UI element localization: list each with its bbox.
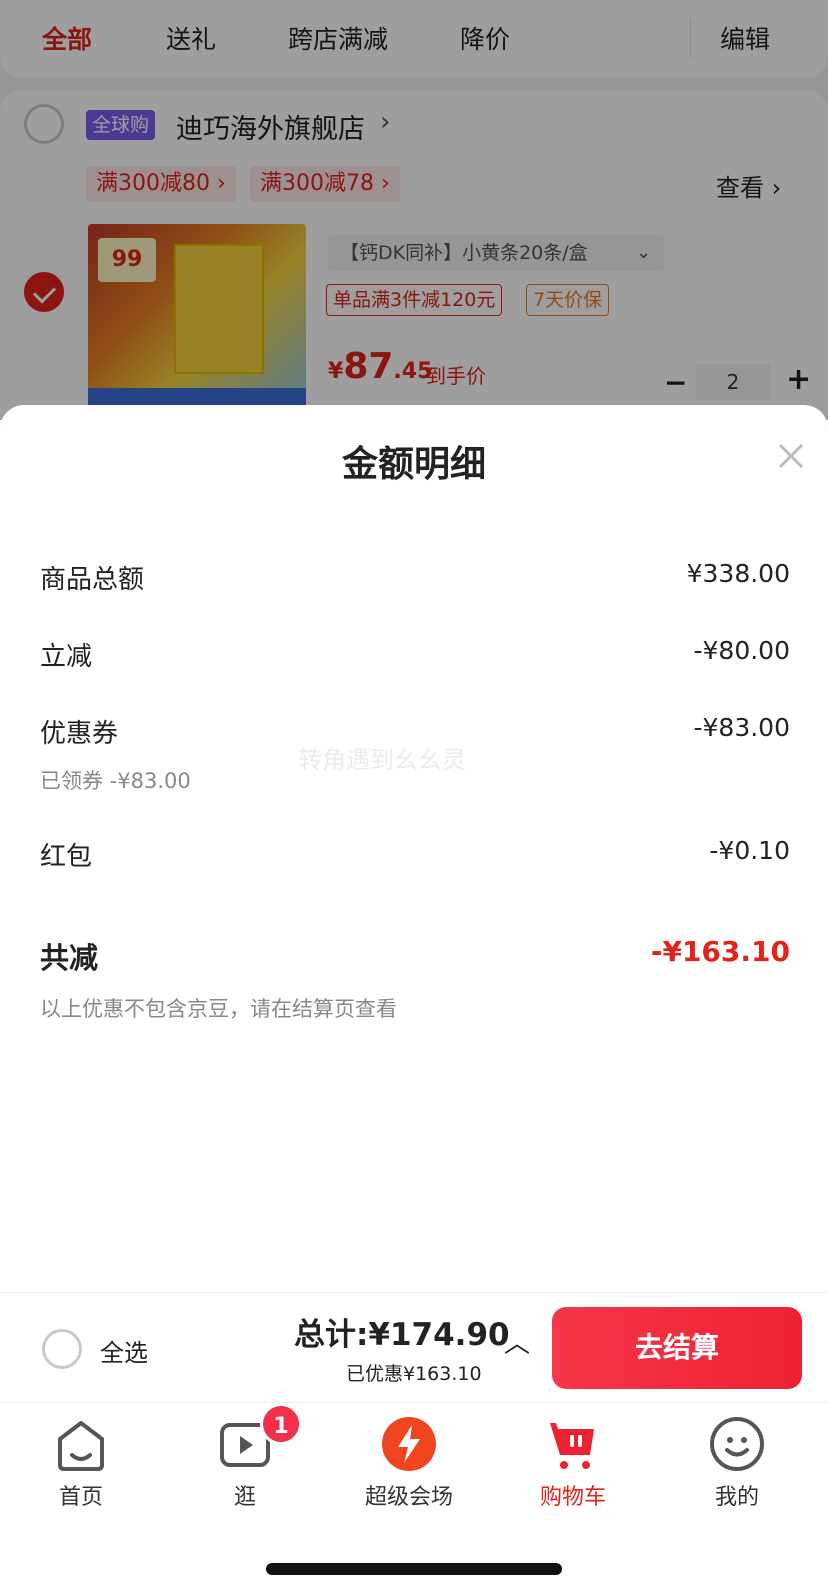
modal-backdrop[interactable] bbox=[0, 0, 828, 420]
home-indicator bbox=[266, 1563, 562, 1575]
home-icon bbox=[52, 1415, 110, 1473]
total-savings-label: 共减 bbox=[40, 941, 99, 975]
notification-badge: 1 bbox=[260, 1403, 302, 1445]
nav-super-venue[interactable]: 超级会场 bbox=[344, 1415, 474, 1511]
select-all-radio[interactable] bbox=[42, 1329, 82, 1369]
coupon-value: -¥83.00 bbox=[693, 713, 791, 742]
checkout-bar: 全选 总计:¥174.90 已优惠¥163.10 ︿ 去结算 bbox=[0, 1292, 828, 1402]
nav-super-venue-label: 超级会场 bbox=[364, 1485, 453, 1510]
coupon-label: 优惠券 bbox=[40, 719, 119, 749]
nav-home-label: 首页 bbox=[58, 1485, 103, 1510]
instant-discount-label: 立减 bbox=[40, 642, 93, 672]
red-packet-value: -¥0.10 bbox=[709, 836, 790, 865]
nav-cart-label: 购物车 bbox=[539, 1485, 606, 1510]
bottom-nav: 首页 逛 1 超级会场 购物车 我的 bbox=[0, 1402, 828, 1590]
nav-browse-label: 逛 bbox=[233, 1485, 256, 1510]
checkout-button[interactable]: 去结算 bbox=[552, 1307, 802, 1389]
instant-discount-value: -¥80.00 bbox=[693, 636, 791, 665]
total-price: 总计:¥174.90 bbox=[294, 1317, 510, 1353]
total-savings-value: -¥163.10 bbox=[650, 935, 790, 968]
nav-profile-label: 我的 bbox=[714, 1485, 759, 1510]
amount-details-sheet: 金额明细 商品总额 ¥338.00 立减 -¥80.00 优惠券 -¥83.00… bbox=[0, 405, 828, 1295]
nav-profile[interactable]: 我的 bbox=[672, 1415, 802, 1511]
savings-note: 以上优惠不包含京豆，请在结算页查看 bbox=[40, 997, 397, 1021]
chevron-up-icon[interactable]: ︿ bbox=[504, 1323, 530, 1360]
nav-home[interactable]: 首页 bbox=[16, 1415, 146, 1511]
cart-icon bbox=[544, 1415, 602, 1473]
goods-total-label: 商品总额 bbox=[40, 565, 145, 595]
select-all-label[interactable]: 全选 bbox=[100, 1333, 148, 1368]
watermark: 转角遇到幺幺灵 bbox=[298, 746, 466, 774]
red-packet-label: 红包 bbox=[40, 842, 93, 872]
saved-amount: 已优惠¥163.10 bbox=[346, 1363, 482, 1385]
close-icon[interactable] bbox=[774, 439, 808, 473]
coupon-claimed-note: 已领券 -¥83.00 bbox=[40, 769, 191, 793]
goods-total-value: ¥338.00 bbox=[686, 559, 790, 588]
super-venue-icon bbox=[380, 1415, 438, 1473]
sheet-title: 金额明细 bbox=[341, 444, 486, 485]
nav-cart[interactable]: 购物车 bbox=[508, 1415, 638, 1511]
profile-icon bbox=[708, 1415, 766, 1473]
